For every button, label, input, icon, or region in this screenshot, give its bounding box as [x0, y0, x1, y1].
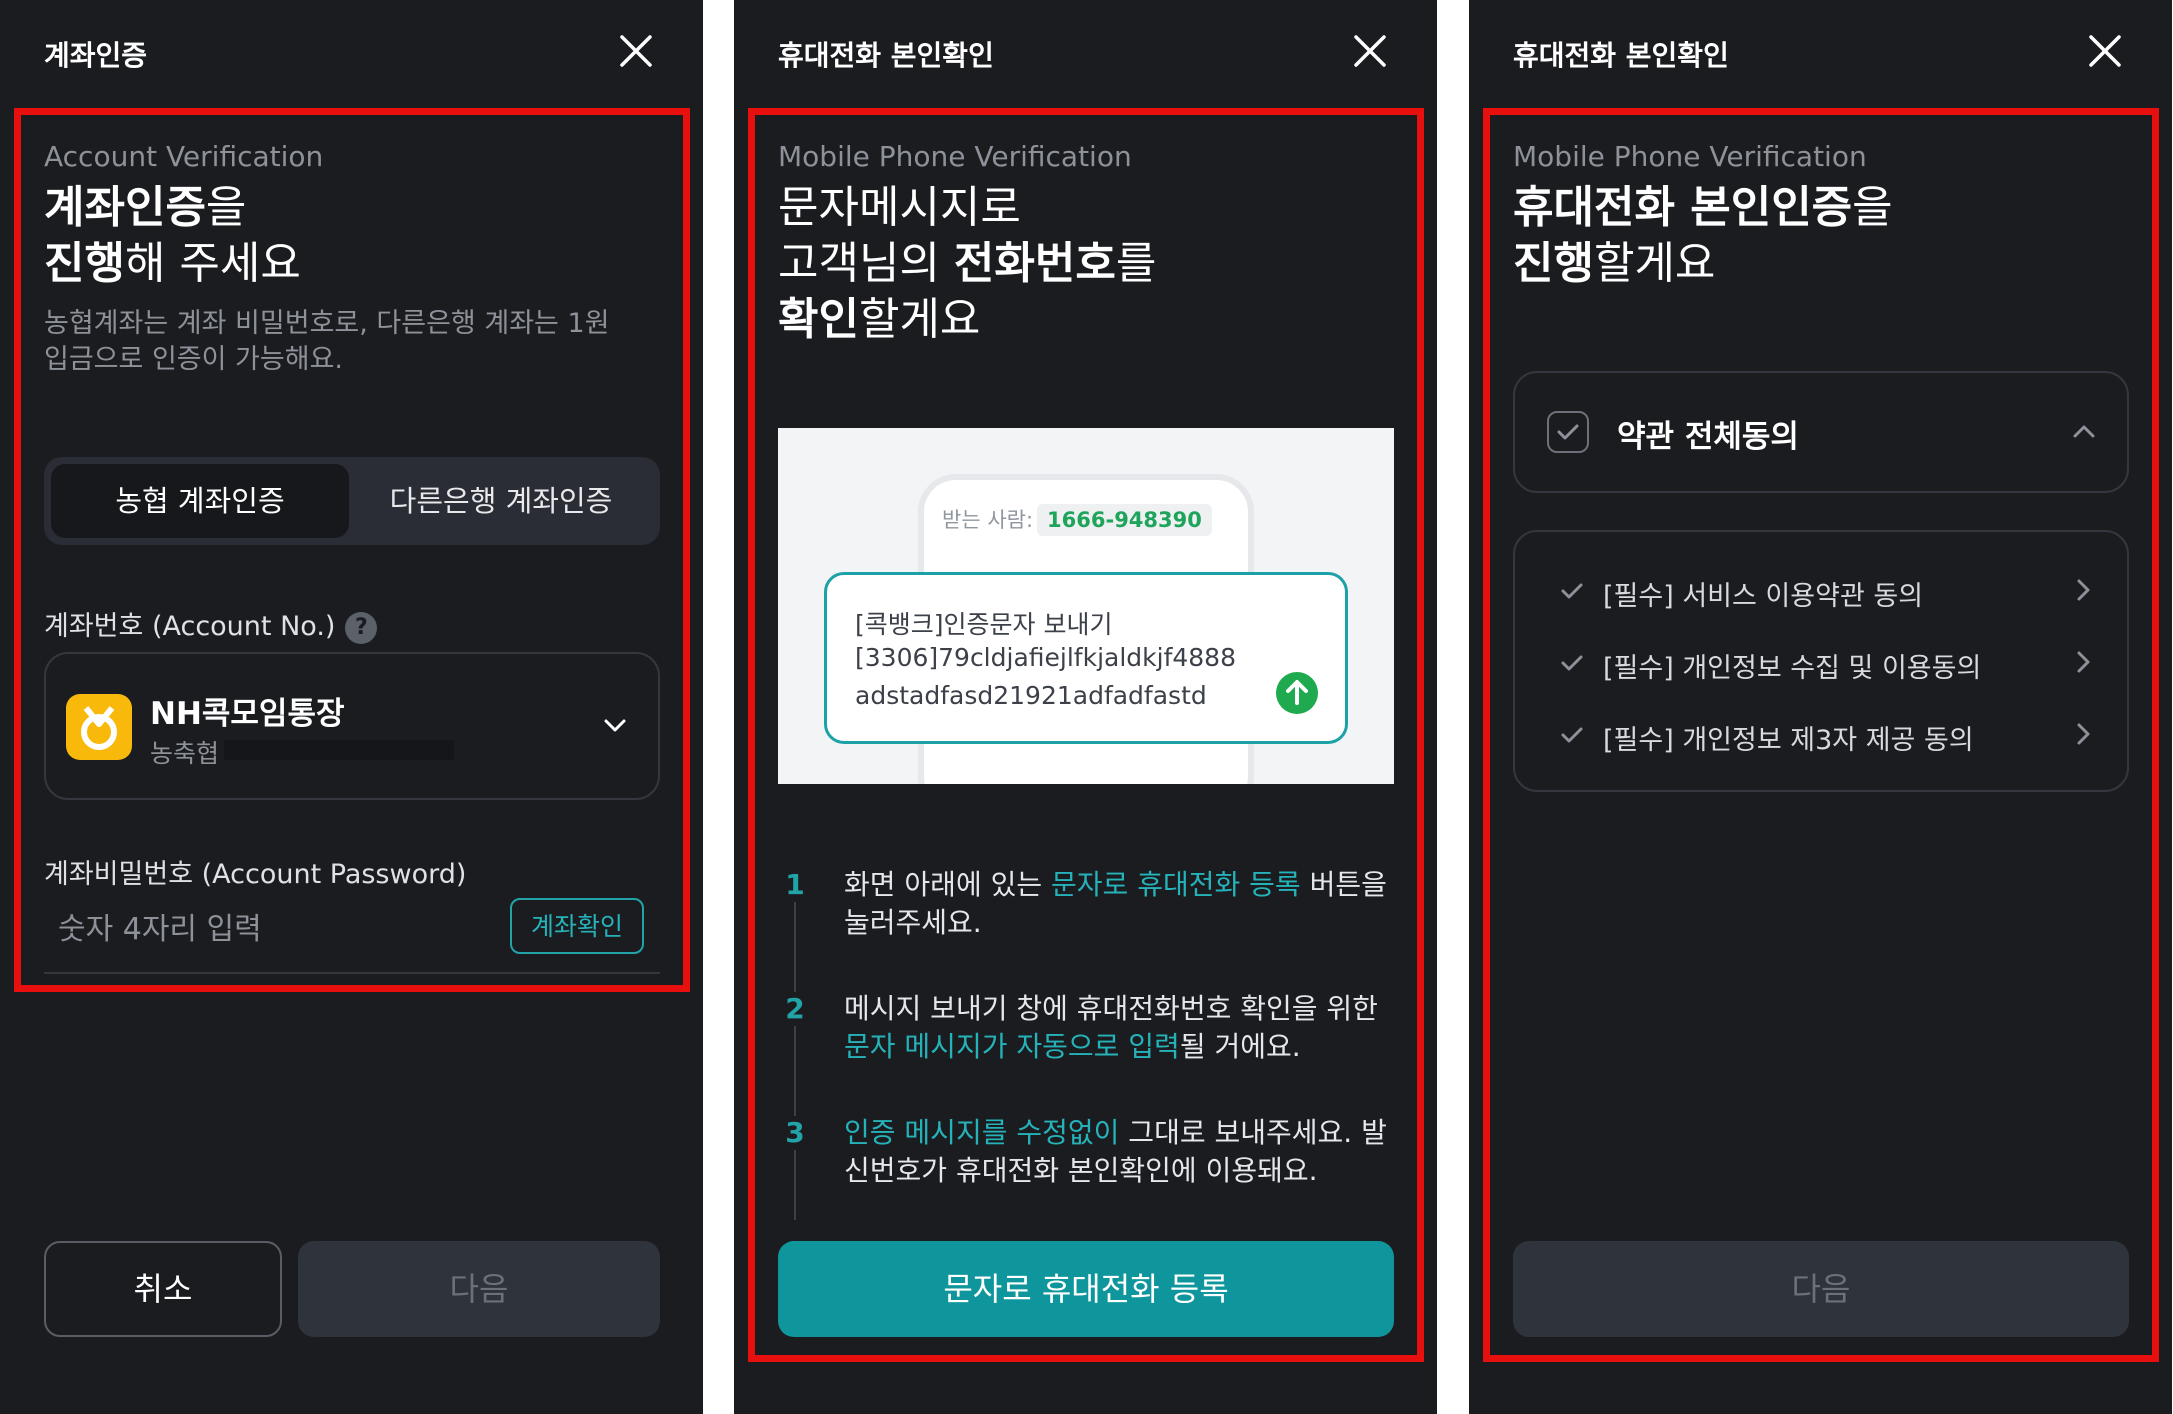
account-password-input[interactable]: 숫자 4자리 입력: [58, 904, 262, 948]
checkbox-icon[interactable]: [1547, 411, 1589, 453]
headline: 휴대전화 본인인증을 진행할게요: [1513, 180, 1893, 292]
headline-bold: 진행: [44, 238, 125, 289]
headline-bold: 진행: [1513, 238, 1594, 289]
headline-text: 할게요: [1593, 238, 1716, 289]
terms-list: [필수] 서비스 이용약관 동의 [필수] 개인정보 수집 및 이용동의 [필수…: [1513, 530, 2129, 792]
step-text-part: 신번호가 휴대전화 본인확인에 이용돼요.: [844, 1154, 1318, 1187]
headline-bold: 휴대전화 본인인증: [1513, 182, 1853, 233]
masked-account-number: [224, 740, 454, 760]
headline-text: 할게요: [858, 294, 981, 345]
recipient-row: 받는 사람: 1666-948390: [942, 504, 1212, 536]
account-name: NH콕모임통장: [150, 696, 345, 732]
close-icon[interactable]: [1351, 32, 1389, 70]
term-label: [필수] 개인정보 수집 및 이용동의: [1603, 653, 1982, 684]
subtitle-english: Mobile Phone Verification: [1513, 140, 1867, 173]
step-highlight: 문자로 휴대전화 등록: [1051, 868, 1301, 901]
verify-account-button[interactable]: 계좌확인: [510, 898, 644, 954]
term-item[interactable]: [필수] 개인정보 제3자 제공 동의: [1515, 704, 2127, 764]
headline: 문자메시지로 고객님의 전화번호를 확인할게요: [778, 180, 1156, 348]
step-number: 2: [778, 992, 812, 1026]
term-item[interactable]: [필수] 서비스 이용약관 동의: [1515, 560, 2127, 620]
term-item[interactable]: [필수] 개인정보 수집 및 이용동의: [1515, 632, 2127, 692]
message-line: [콕뱅크]인증문자 보내기: [855, 610, 1113, 639]
panel-title: 휴대전화 본인확인: [778, 39, 994, 72]
message-line: adstadfasd21921adfadfastd: [855, 681, 1207, 710]
headline-text: 을: [1852, 182, 1893, 233]
verification-type-toggle: 농협 계좌인증 다른은행 계좌인증: [44, 457, 660, 545]
message-line: [3306]79cldjafiejlfkjaldkjf4888: [855, 643, 1236, 672]
headline: 계좌인증을 진행해 주세요: [44, 180, 301, 292]
tab-other-bank-account[interactable]: 다른은행 계좌인증: [349, 464, 653, 538]
chevron-right-icon: [2077, 579, 2090, 601]
account-select[interactable]: NH콕모임통장 농축협: [44, 652, 660, 800]
headline-text: 고객님의: [778, 238, 954, 289]
account-verification-panel: 계좌인증 Account Verification 계좌인증을 진행해 주세요 …: [0, 0, 703, 1414]
help-icon[interactable]: ?: [345, 611, 378, 644]
message-card: [콕뱅크]인증문자 보내기 [3306]79cldjafiejlfkjaldkj…: [824, 572, 1348, 744]
account-password-label: 계좌비밀번호 (Account Password): [44, 859, 467, 890]
chevron-right-icon: [2077, 723, 2090, 745]
check-icon: [1561, 727, 1583, 743]
term-label: [필수] 서비스 이용약관 동의: [1603, 581, 1924, 612]
next-button[interactable]: 다음: [298, 1241, 660, 1337]
headline-text: 를: [1115, 238, 1157, 289]
recipient-number: 1666-948390: [1037, 504, 1212, 536]
subtitle-english: Account Verification: [44, 140, 324, 173]
recipient-label: 받는 사람:: [942, 508, 1034, 532]
steps-connector: [794, 890, 796, 1220]
description-line: 입금으로 인증이 가능해요.: [44, 344, 343, 375]
account-number-label-text: 계좌번호 (Account No.): [44, 611, 336, 642]
close-icon[interactable]: [617, 32, 655, 70]
sms-illustration: 받는 사람: 1666-948390 [콕뱅크]인증문자 보내기 [3306]79…: [778, 428, 1394, 784]
sms-verification-panel: 휴대전화 본인확인 Mobile Phone Verification 문자메시…: [734, 0, 1437, 1414]
cancel-button[interactable]: 취소: [44, 1241, 282, 1337]
description-line: 농협계좌는 계좌 비밀번호로, 다른은행 계좌는 1원: [44, 308, 610, 339]
step-text-part: 될 거에요.: [1179, 1030, 1301, 1063]
step-text: 메시지 보내기 창에 휴대전화번호 확인을 위한 문자 메시지가 자동으로 입력…: [844, 990, 1404, 1066]
register-phone-by-sms-button[interactable]: 문자로 휴대전화 등록: [778, 1241, 1394, 1337]
check-icon: [1561, 655, 1583, 671]
terms-agreement-panel: 휴대전화 본인확인 Mobile Phone Verification 휴대전화…: [1469, 0, 2172, 1414]
account-bank: 농축협: [150, 739, 220, 768]
step-text: 화면 아래에 있는 문자로 휴대전화 등록 버튼을 눌러주세요.: [844, 866, 1404, 942]
close-icon[interactable]: [2086, 32, 2124, 70]
password-underline: [44, 972, 660, 974]
agree-all-label: 약관 전체동의: [1617, 419, 1799, 455]
send-icon: [1276, 672, 1318, 714]
step-number: 3: [778, 1116, 812, 1150]
step-text-part: 눌러주세요.: [844, 906, 982, 939]
chevron-right-icon: [2077, 651, 2090, 673]
step-text: 인증 메시지를 수정없이 그대로 보내주세요. 발 신번호가 휴대전화 본인확인…: [844, 1114, 1404, 1190]
step-text-part: 버튼을: [1300, 868, 1387, 901]
headline-text: 을: [205, 182, 247, 233]
headline-text: 해 주세요: [124, 238, 301, 289]
step-text-part: 그대로 보내주세요. 발: [1119, 1116, 1387, 1149]
bank-logo-icon: [66, 694, 132, 760]
step-text-part: 화면 아래에 있는: [844, 868, 1052, 901]
chevron-down-icon: [604, 719, 626, 732]
headline-text: 문자메시지로: [778, 182, 1021, 233]
panel-title: 계좌인증: [44, 39, 148, 72]
panel-title: 휴대전화 본인확인: [1513, 39, 1729, 72]
headline-bold: 확인: [778, 294, 859, 345]
headline-bold: 계좌인증: [44, 182, 206, 233]
tab-nonghyup-account[interactable]: 농협 계좌인증: [51, 464, 349, 538]
step-text-part: 메시지 보내기 창에 휴대전화번호 확인을 위한: [844, 992, 1378, 1025]
check-icon: [1561, 583, 1583, 599]
headline-bold: 전화번호: [953, 238, 1116, 289]
description: 농협계좌는 계좌 비밀번호로, 다른은행 계좌는 1원 입금으로 인증이 가능해…: [44, 306, 624, 378]
subtitle-english: Mobile Phone Verification: [778, 140, 1132, 173]
chevron-up-icon[interactable]: [2069, 417, 2099, 447]
step-highlight: 인증 메시지를 수정없이: [844, 1116, 1120, 1149]
agree-all-toggle[interactable]: 약관 전체동의: [1513, 371, 2129, 493]
step-number: 1: [778, 868, 812, 902]
next-button[interactable]: 다음: [1513, 1241, 2129, 1337]
account-number-label: 계좌번호 (Account No.)?: [44, 604, 378, 644]
step-highlight: 문자 메시지가 자동으로 입력: [844, 1030, 1180, 1063]
term-label: [필수] 개인정보 제3자 제공 동의: [1603, 725, 1974, 756]
